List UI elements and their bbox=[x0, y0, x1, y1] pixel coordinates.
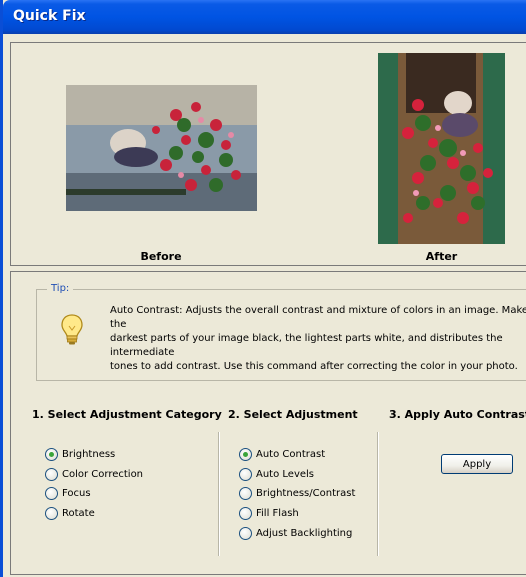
tip-legend: Tip: bbox=[47, 283, 74, 294]
radio-button[interactable] bbox=[45, 467, 58, 481]
radio-button-selected[interactable] bbox=[45, 448, 58, 462]
adjustment-option-label: Auto Contrast bbox=[256, 449, 326, 461]
adjustment-option-label: Fill Flash bbox=[256, 508, 299, 520]
step3-heading: 3. Apply Auto Contrast bbox=[389, 408, 526, 421]
category-option-color-correction[interactable]: Color Correction bbox=[45, 465, 143, 485]
adjustment-option-auto-levels[interactable]: Auto Levels bbox=[239, 465, 355, 485]
apply-button[interactable]: Apply bbox=[441, 454, 513, 474]
radio-button[interactable] bbox=[45, 487, 58, 501]
column-divider bbox=[218, 432, 220, 556]
after-photo bbox=[378, 53, 505, 244]
before-label: Before bbox=[140, 250, 182, 263]
category-option-rotate[interactable]: Rotate bbox=[45, 504, 143, 524]
adjustment-option-label: Auto Levels bbox=[256, 468, 315, 480]
step1-heading: 1. Select Adjustment Category bbox=[32, 408, 222, 421]
adjustment-option-fill-flash[interactable]: Fill Flash bbox=[239, 504, 355, 524]
column-divider bbox=[377, 432, 379, 556]
adjustment-radio-group: Auto Contrast Auto Levels Brightness/Con… bbox=[239, 445, 355, 543]
title-bar[interactable]: Quick Fix bbox=[3, 0, 526, 34]
radio-button[interactable] bbox=[239, 507, 252, 521]
after-label: After bbox=[425, 250, 458, 263]
adjustment-option-label: Brightness/Contrast bbox=[256, 488, 356, 500]
adjustment-option-adjust-backlighting[interactable]: Adjust Backlighting bbox=[239, 523, 355, 543]
adjustment-option-label: Adjust Backlighting bbox=[256, 527, 353, 539]
tip-text: Auto Contrast: Adjusts the overall contr… bbox=[110, 305, 526, 372]
category-option-label: Color Correction bbox=[62, 468, 144, 480]
radio-button[interactable] bbox=[239, 526, 252, 540]
category-option-label: Brightness bbox=[62, 449, 116, 461]
before-photo bbox=[66, 85, 257, 211]
window-title: Quick Fix bbox=[13, 8, 86, 24]
radio-button-selected[interactable] bbox=[239, 448, 252, 462]
lightbulb-icon bbox=[61, 314, 83, 349]
category-option-focus[interactable]: Focus bbox=[45, 484, 143, 504]
quick-fix-window: Quick Fix Before After Tip: Auto Contras… bbox=[0, 0, 526, 577]
adjustment-option-auto-contrast[interactable]: Auto Contrast bbox=[239, 445, 355, 465]
preview-panel: Before After bbox=[10, 42, 526, 266]
adjustment-option-brightness-contrast[interactable]: Brightness/Contrast bbox=[239, 484, 355, 504]
radio-button[interactable] bbox=[45, 507, 58, 521]
category-option-label: Rotate bbox=[62, 508, 95, 520]
category-option-label: Focus bbox=[62, 488, 91, 500]
radio-button[interactable] bbox=[239, 467, 252, 481]
radio-button[interactable] bbox=[239, 487, 252, 501]
tip-box: Tip: Auto Contrast: Adjusts the overall … bbox=[36, 283, 526, 381]
controls-panel: Tip: Auto Contrast: Adjusts the overall … bbox=[10, 271, 526, 575]
step2-heading: 2. Select Adjustment bbox=[228, 408, 358, 421]
category-radio-group: Brightness Color Correction Focus Rotate bbox=[45, 445, 143, 523]
category-option-brightness[interactable]: Brightness bbox=[45, 445, 143, 465]
